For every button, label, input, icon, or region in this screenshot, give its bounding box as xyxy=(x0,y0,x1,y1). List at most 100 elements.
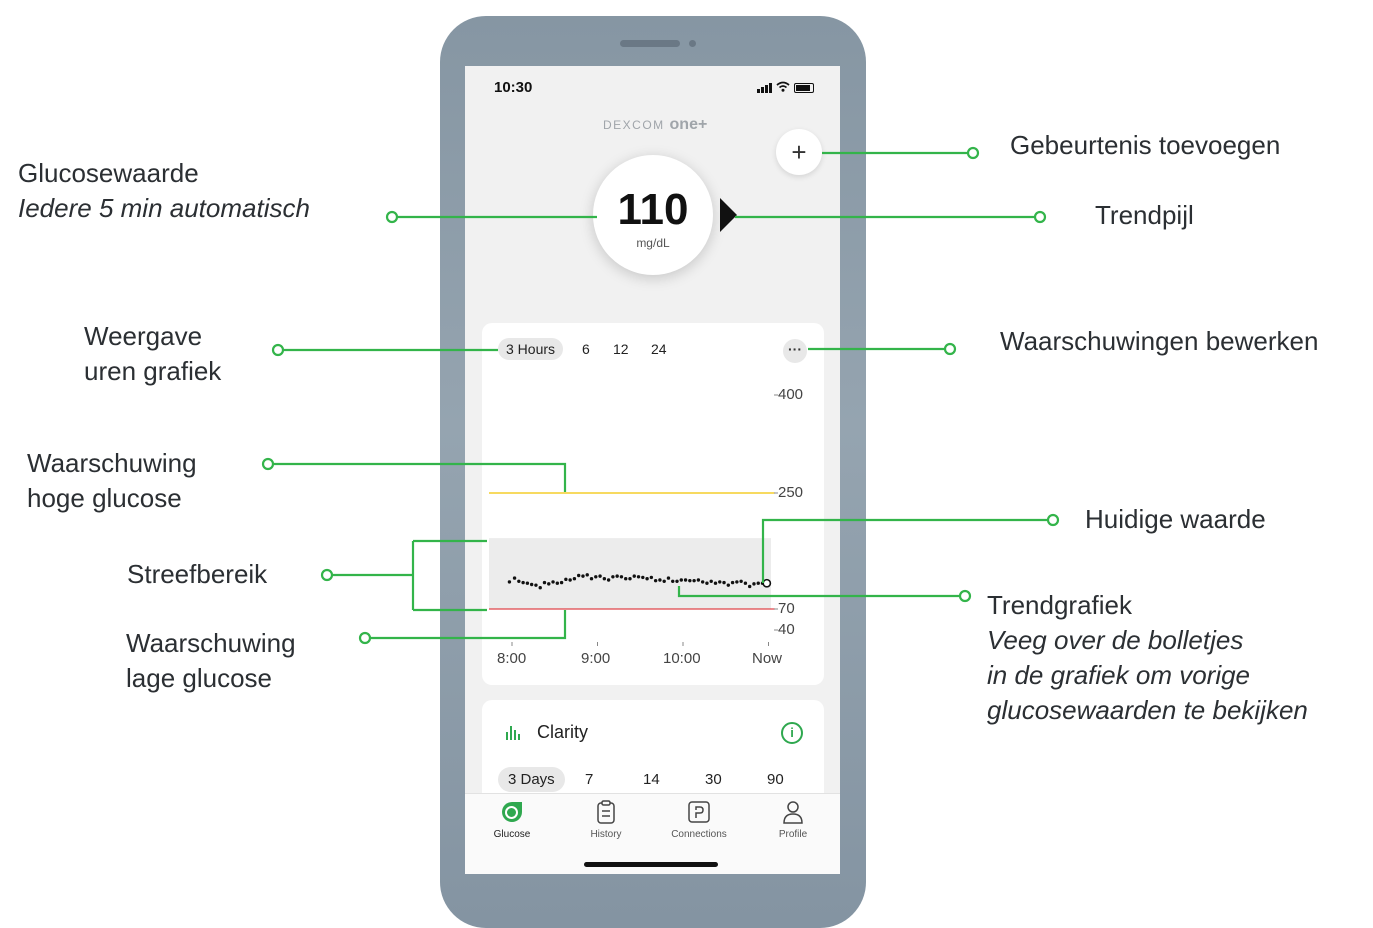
annotation-target-range: Streefbereik xyxy=(127,557,267,592)
glucose-point xyxy=(581,574,585,578)
annotation-edit-alerts: Waarschuwingen bewerken xyxy=(1000,324,1318,359)
glucose-point xyxy=(594,575,598,579)
annotation-line: Trendpijl xyxy=(1095,200,1194,230)
annotation-title: Glucosewaarde xyxy=(18,158,199,188)
glucose-point xyxy=(658,578,662,582)
annotation-current-value: Huidige waarde xyxy=(1085,502,1266,537)
annotation-low-alert: Waarschuwing lage glucose xyxy=(126,626,296,696)
leader-dot xyxy=(1046,513,1060,527)
current-value-point xyxy=(762,578,772,588)
app-screen: 10:30 DEXCOM one+ + 110 mg/dL 3 Hours 6 … xyxy=(465,66,840,874)
x-tick-9-00: 9:00 xyxy=(581,650,611,667)
leader-dot xyxy=(385,210,399,224)
glucose-point xyxy=(619,575,624,579)
annotation-line: Huidige waarde xyxy=(1085,504,1266,534)
glucose-icon xyxy=(502,802,522,822)
glucose-point xyxy=(696,578,701,582)
annotation-line: glucosewaarden te bekijken xyxy=(987,695,1308,725)
annotation-line: in de grafiek om vorige xyxy=(987,660,1251,690)
profile-icon xyxy=(783,801,803,824)
y-tick-70: 70 xyxy=(778,600,795,617)
glucose-point xyxy=(606,578,611,582)
annotation-line: hoge glucose xyxy=(27,483,182,513)
glucose-point xyxy=(507,580,512,584)
glucose-point xyxy=(666,576,671,580)
glucose-point xyxy=(747,584,752,589)
tab-history[interactable]: History xyxy=(571,799,641,840)
tab-label: Profile xyxy=(778,829,808,840)
leader-dot xyxy=(943,342,957,356)
glucose-point xyxy=(683,578,688,582)
glucose-point xyxy=(735,580,739,584)
tab-connections[interactable]: Connections xyxy=(664,799,734,840)
glucose-point xyxy=(529,582,534,587)
y-tick-250: 250 xyxy=(778,484,804,501)
glucose-point xyxy=(572,577,577,581)
glucose-point xyxy=(705,581,709,585)
glucose-point xyxy=(538,586,542,590)
glucose-point xyxy=(559,580,564,585)
annotation-line: lage glucose xyxy=(126,663,272,693)
glucose-point xyxy=(555,581,560,585)
days-3[interactable]: 3 Days xyxy=(498,767,565,792)
annotation-add-event: Gebeurtenis toevoegen xyxy=(1010,128,1280,163)
days-7[interactable]: 7 xyxy=(585,771,593,788)
y-tick-40: 40 xyxy=(778,621,795,638)
tab-label: Connections xyxy=(671,829,727,840)
info-icon[interactable]: i xyxy=(781,722,803,744)
annotation-trend-arrow: Trendpijl xyxy=(1095,198,1194,233)
glucose-point xyxy=(632,574,636,578)
glucose-point xyxy=(675,579,679,583)
days-90[interactable]: 90 xyxy=(767,771,784,788)
glucose-point xyxy=(517,579,521,583)
glucose-point xyxy=(521,580,525,585)
annotation-subtitle: Iedere 5 min automatisch xyxy=(18,193,310,223)
x-tick-10-00: 10:00 xyxy=(663,650,701,667)
annotation-line: Veeg over de bolletjes xyxy=(987,625,1244,655)
annotation-line: Waarschuwingen bewerken xyxy=(1000,326,1319,356)
glucose-point xyxy=(671,579,675,583)
glucose-point xyxy=(709,579,713,583)
annotation-line: Waarschuwing xyxy=(126,628,296,658)
clipboard-icon xyxy=(597,800,615,824)
glucose-point xyxy=(585,573,589,577)
connections-icon xyxy=(688,801,710,823)
glucose-point xyxy=(653,578,658,583)
glucose-point xyxy=(602,577,607,581)
tab-glucose[interactable]: Glucose xyxy=(477,799,547,840)
leader-dot xyxy=(966,146,980,160)
glucose-point xyxy=(649,575,654,580)
glucose-point xyxy=(564,577,568,582)
glucose-point xyxy=(679,578,683,582)
glucose-point xyxy=(756,581,760,585)
x-tick-now: Now xyxy=(752,650,783,667)
glucose-point xyxy=(534,583,538,587)
glucose-point xyxy=(718,580,722,584)
tab-label: Glucose xyxy=(493,829,531,840)
annotation-high-alert: Waarschuwing hoge glucose xyxy=(27,446,197,516)
leader-dot xyxy=(271,343,285,357)
annotation-trend-graph: Trendgrafiek Veeg over de bolletjes in d… xyxy=(987,588,1308,728)
glucose-point xyxy=(700,580,705,584)
glucose-point xyxy=(722,580,726,585)
x-tick-8-00: 8:00 xyxy=(497,650,527,667)
glucose-point xyxy=(615,574,619,578)
days-30[interactable]: 30 xyxy=(705,771,722,788)
phone-speaker xyxy=(620,40,680,47)
glucose-point xyxy=(688,578,692,583)
clarity-icon xyxy=(506,725,520,740)
annotation-glucose-value: Glucosewaarde Iedere 5 min automatisch xyxy=(18,156,310,226)
glucose-point xyxy=(636,575,641,579)
phone-camera xyxy=(689,40,696,47)
annotation-line: uren grafiek xyxy=(84,356,222,386)
glucose-point xyxy=(589,577,594,581)
glucose-point xyxy=(692,578,696,583)
glucose-point xyxy=(547,582,551,586)
tab-profile[interactable]: Profile xyxy=(758,799,828,840)
tab-label: History xyxy=(590,829,622,840)
glucose-point xyxy=(611,575,615,579)
glucose-point xyxy=(730,580,735,585)
glucose-point xyxy=(551,580,555,584)
days-14[interactable]: 14 xyxy=(643,771,660,788)
glucose-point xyxy=(598,574,602,578)
